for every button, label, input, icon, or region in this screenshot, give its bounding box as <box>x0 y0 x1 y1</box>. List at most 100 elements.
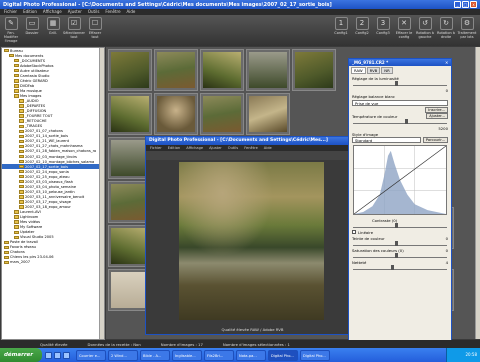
thumbnail[interactable] <box>108 49 152 91</box>
thumbnail[interactable] <box>246 93 290 135</box>
thumbnail[interactable] <box>200 49 244 91</box>
folder-button[interactable]: ▭ Dossier <box>22 15 42 35</box>
minimize-button[interactable]: _ <box>454 1 461 8</box>
system-tray-clock[interactable]: 20:58 <box>446 348 480 362</box>
task-button[interactable]: Bible - A... <box>140 349 170 361</box>
quick-launch-icon[interactable] <box>45 351 52 359</box>
start-button[interactable]: démarrer <box>0 348 42 362</box>
tree-item-label: AdobeStockPhotos <box>20 63 54 68</box>
task-button[interactable]: Nota-pa... <box>236 349 266 361</box>
thumbnail[interactable] <box>200 93 244 135</box>
task-button[interactable]: Fils2Bri... <box>204 349 234 361</box>
quick-launch <box>45 351 70 359</box>
select-all-button[interactable]: ☑ Sélectionner tout <box>63 15 85 39</box>
white-balance-select[interactable]: Prise de vue <box>352 100 448 106</box>
linear-checkbox[interactable] <box>352 230 356 234</box>
quick-launch-icon[interactable] <box>54 351 61 359</box>
folder-icon <box>19 180 24 184</box>
quick-launch-icon[interactable] <box>63 351 70 359</box>
status-count: Nombre d'images : 17 <box>160 341 203 347</box>
sharpness-slider[interactable] <box>353 265 447 270</box>
tree-item-label: 2007_02_25_expo_ateau <box>25 174 70 179</box>
folder-tree[interactable]: Bureau Mes documents _DOCUMENTS AdobeStockP… <box>1 47 105 340</box>
grid-button[interactable]: ▦ Grill. <box>43 15 63 35</box>
folder-icon <box>19 139 24 144</box>
tool-palette: _MG_9781.CR2 * ✕ RAW RVB NR Réglage de la… <box>348 58 452 343</box>
thumbnail-scrollbar[interactable] <box>475 47 480 339</box>
edit-image-button[interactable]: ✎ Fen. Modifier l'image <box>1 15 21 43</box>
task-button[interactable]: Inglisable... <box>172 349 202 361</box>
tree-item-label: 2007_03_18_expo_amour <box>25 204 71 209</box>
folder-icon <box>19 154 24 159</box>
image-window-titlebar[interactable]: Digital Photo Professional - [C:\Documen… <box>146 137 359 145</box>
folder-icon <box>14 235 19 239</box>
task-button[interactable]: Digital Pho... <box>300 349 330 361</box>
tree-item-label: Bureau <box>10 48 23 53</box>
tree-item-label: 2007_02_03_montage_tiroirs <box>25 154 77 159</box>
tab-rgb[interactable]: RVB <box>366 67 381 74</box>
erase-config-icon: ✕ <box>397 17 411 30</box>
tree-item-label: 2007_03_10_pelouse_jardin <box>25 189 75 194</box>
saturation-slider[interactable] <box>353 253 447 258</box>
folder-icon <box>19 175 24 179</box>
photo-preview[interactable] <box>179 162 324 320</box>
rotate-left-button[interactable]: ↺ Rotation à gauche <box>415 15 435 39</box>
window-title: Digital Photo Professional - [C:\Documen… <box>3 1 332 8</box>
config1-button[interactable]: 1 Config1 <box>331 15 351 35</box>
close-icon[interactable]: ✕ <box>445 59 451 66</box>
thumbnail[interactable] <box>246 49 290 91</box>
task-button[interactable]: 2 Wind... <box>108 349 138 361</box>
maximize-button[interactable]: □ <box>462 1 469 8</box>
cfg1-icon: 1 <box>334 17 348 30</box>
hue-slider[interactable] <box>353 241 447 246</box>
folder-icon <box>19 119 24 123</box>
adjust-button[interactable]: Ajuster... <box>426 112 448 120</box>
tree-item-label: 2007_02_24_expo_sonia <box>25 169 69 174</box>
task-button[interactable]: Digital Pho... <box>268 349 298 361</box>
folder-icon: ▭ <box>25 17 39 30</box>
thumbnail[interactable] <box>154 93 198 135</box>
folder-icon <box>4 250 9 255</box>
tree-item-label: Updater <box>20 230 35 235</box>
folder-icon <box>4 240 9 244</box>
task-button[interactable]: Courrier e... <box>76 349 106 361</box>
tree-item-label: Ma musique <box>20 88 42 93</box>
tree-item-label: 2007_01_07_chatons <box>25 129 63 134</box>
histogram[interactable] <box>353 145 447 215</box>
config2-button[interactable]: 2 Config2 <box>352 15 372 35</box>
sharpness-value: 4 <box>445 259 448 265</box>
picture-style-select[interactable]: Standard <box>352 137 421 143</box>
close-button[interactable]: x <box>470 1 477 8</box>
tree-item-label: _RETOUCHE <box>25 119 47 124</box>
tab-raw[interactable]: RAW <box>351 67 366 74</box>
thumbnail[interactable] <box>154 49 198 91</box>
color-temp-slider[interactable] <box>353 119 447 124</box>
thumbnail[interactable] <box>292 49 336 91</box>
palette-titlebar[interactable]: _MG_9781.CR2 * ✕ <box>349 59 451 66</box>
tree-item[interactable]: mars_2007 <box>2 260 104 265</box>
brightness-slider[interactable] <box>353 81 447 86</box>
config3-button[interactable]: 3 Config3 <box>373 15 393 35</box>
clear-all-button[interactable]: ☐ Effacer tout <box>85 15 105 39</box>
browse-button[interactable]: Parcourir... <box>422 136 448 144</box>
folder-icon <box>19 195 24 199</box>
tree-scrollbar[interactable] <box>99 48 104 339</box>
thumbnail[interactable] <box>108 93 152 135</box>
tree-item-label: Visual Studio 2005 <box>20 235 54 240</box>
folder-icon <box>14 63 19 68</box>
contrast-label: Contraste (0) <box>372 217 398 223</box>
erase-config-button[interactable]: ✕ Effacer le config <box>394 15 414 39</box>
folder-icon <box>14 74 19 78</box>
status-recipe: Données de la recette : Non <box>87 341 141 347</box>
status-quality: Qualité élevée <box>40 341 68 347</box>
title-bar[interactable]: Digital Photo Professional - [C:\Documen… <box>0 0 480 9</box>
rotate-right-button[interactable]: ↻ Rotation à droite <box>436 15 456 39</box>
contrast-slider[interactable] <box>353 223 447 228</box>
folder-icon <box>14 69 19 73</box>
brightness-label: Réglage de la luminosité <box>352 75 399 81</box>
tree-item-label: 2007_02_10_montage_bâches_salama <box>25 159 95 164</box>
tree-item-label: Mes vidéos <box>20 220 41 225</box>
folder-icon <box>4 48 9 53</box>
batch-button[interactable]: ⚙ Traitement par lots <box>457 15 477 39</box>
tab-nr[interactable]: NR <box>381 67 393 74</box>
